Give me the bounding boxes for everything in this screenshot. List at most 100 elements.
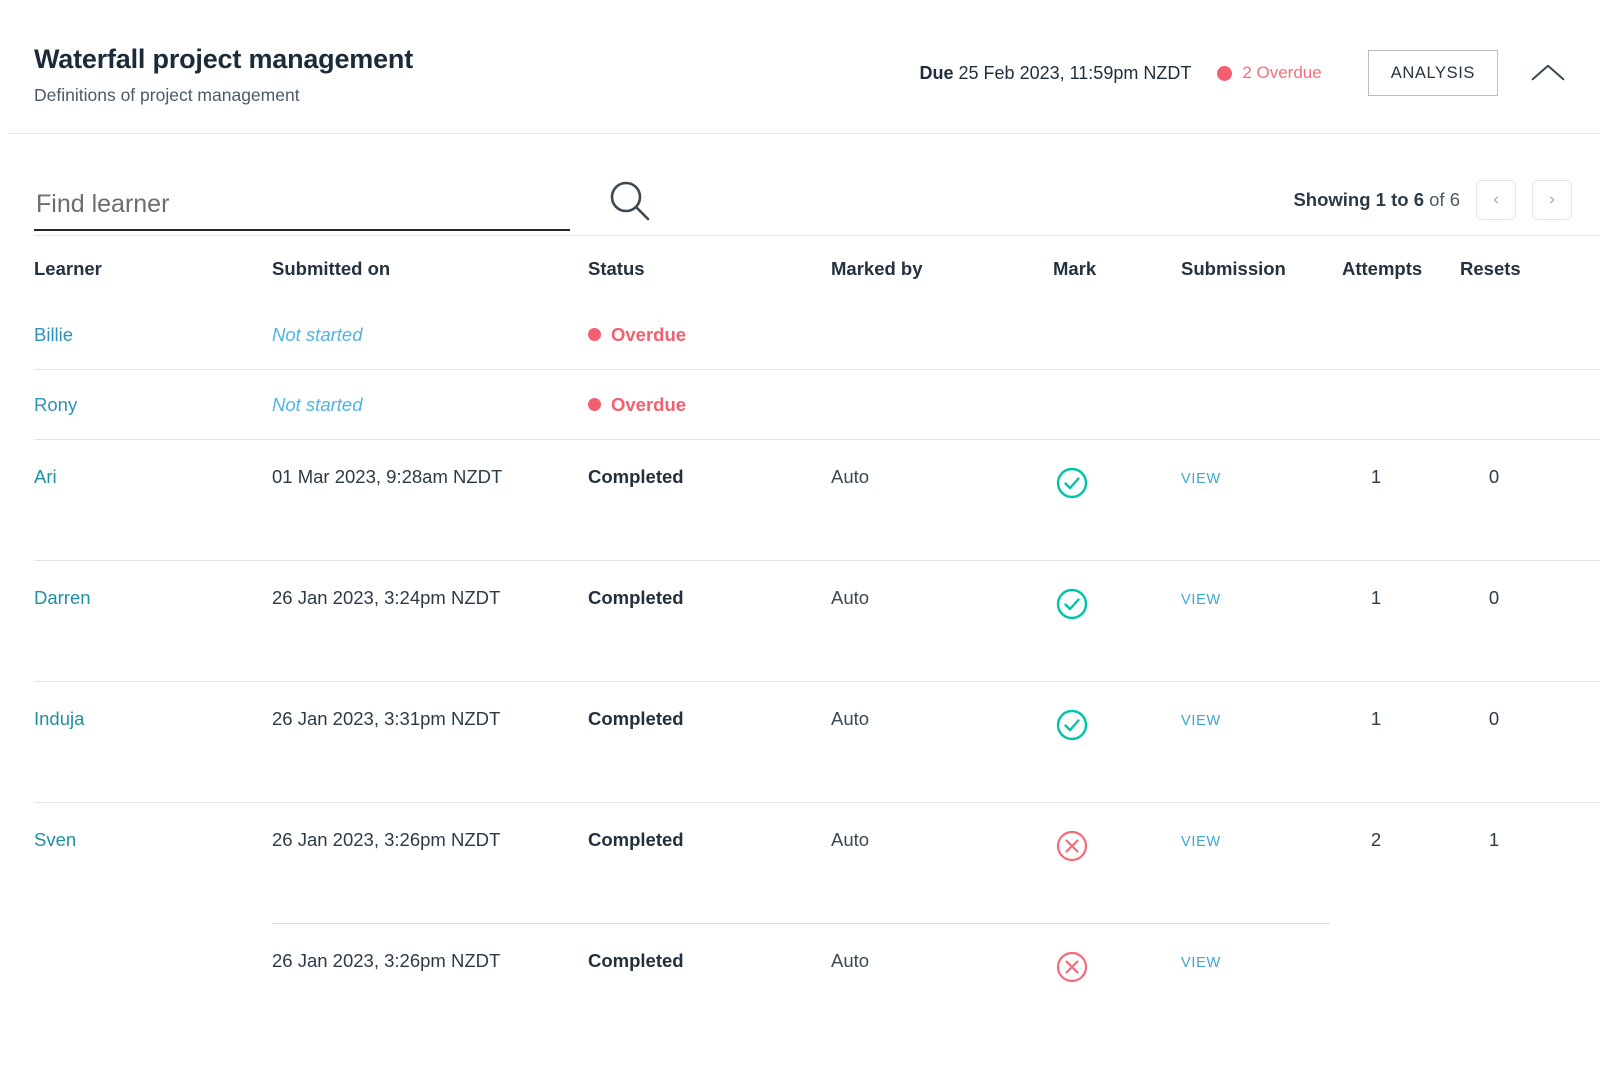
status-label: Completed bbox=[588, 829, 684, 850]
cell-learner[interactable]: Induja bbox=[34, 708, 272, 730]
view-submission-link[interactable]: VIEW bbox=[1181, 834, 1221, 850]
assignment-learner-results-page: Waterfall project management Definitions… bbox=[0, 0, 1600, 1067]
cell-attempts: 1 bbox=[1342, 466, 1460, 488]
learners-table: Learner Submitted on Status Marked by Ma… bbox=[0, 235, 1600, 1020]
cell-resets: 0 bbox=[1460, 708, 1560, 730]
fail-cross-icon bbox=[1056, 951, 1088, 983]
status-label: Overdue bbox=[611, 323, 687, 345]
cell-learner[interactable]: Rony bbox=[34, 394, 272, 416]
fail-cross-icon bbox=[1056, 830, 1088, 862]
overdue-badge-label: 2 Overdue bbox=[1242, 63, 1322, 82]
cell-status: Completed bbox=[588, 708, 831, 730]
marked-by-value: Auto bbox=[831, 587, 870, 608]
column-header-attempts: Attempts bbox=[1342, 258, 1423, 279]
marked-by-value: Auto bbox=[831, 829, 870, 850]
cell-status: Completed bbox=[588, 829, 831, 851]
table-row[interactable]: Rony Not started Overdue bbox=[0, 370, 1600, 439]
due-label: Due bbox=[919, 62, 954, 83]
view-submission-link[interactable]: VIEW bbox=[1181, 713, 1221, 729]
overdue-badge: 2 Overdue bbox=[1217, 63, 1322, 83]
table-row[interactable]: Billie Not started Overdue bbox=[0, 300, 1600, 369]
cell-marked-by: Auto bbox=[831, 708, 1053, 730]
status-label: Completed bbox=[588, 708, 684, 729]
marked-by-value: Auto bbox=[831, 950, 870, 971]
due-value: 25 Feb 2023, 11:59pm NZDT bbox=[958, 62, 1192, 83]
status-badge: Overdue bbox=[588, 394, 831, 416]
cell-status: Overdue bbox=[588, 324, 831, 346]
cell-mark bbox=[1053, 950, 1181, 984]
cell-marked-by: Auto bbox=[831, 466, 1053, 488]
pagination-summary: Showing 1 to 6 of 6 bbox=[1293, 189, 1460, 211]
attempts-value: 1 bbox=[1370, 708, 1382, 729]
cell-learner[interactable]: Darren bbox=[34, 587, 272, 609]
cell-submission[interactable]: VIEW bbox=[1181, 587, 1342, 609]
learner-link[interactable]: Sven bbox=[34, 829, 76, 850]
learner-link[interactable]: Rony bbox=[34, 394, 77, 415]
cell-attempts: 1 bbox=[1342, 587, 1460, 609]
cell-status: Completed bbox=[588, 466, 831, 488]
column-header-submitted-on: Submitted on bbox=[272, 258, 391, 279]
attempts-value: 1 bbox=[1370, 587, 1382, 608]
search-icon bbox=[610, 181, 650, 221]
cell-submitted-on: 26 Jan 2023, 3:26pm NZDT bbox=[272, 950, 501, 971]
cell-marked-by: Auto bbox=[831, 587, 1053, 609]
column-header-learner: Learner bbox=[34, 258, 102, 279]
cell-submission[interactable]: VIEW bbox=[1181, 950, 1342, 972]
view-submission-link[interactable]: VIEW bbox=[1181, 955, 1221, 971]
cell-submitted-on: 26 Jan 2023, 3:26pm NZDT bbox=[272, 829, 501, 850]
search-input[interactable] bbox=[34, 190, 570, 231]
overdue-dot-icon bbox=[588, 328, 601, 341]
table-row[interactable]: Sven 26 Jan 2023, 3:26pm NZDT Completed … bbox=[0, 803, 1600, 923]
status-label: Completed bbox=[588, 466, 684, 487]
table-row[interactable]: Darren 26 Jan 2023, 3:24pm NZDT Complete… bbox=[0, 561, 1600, 681]
page-title: Waterfall project management bbox=[34, 44, 413, 74]
column-header-marked-by: Marked by bbox=[831, 258, 923, 279]
search-area bbox=[34, 177, 654, 231]
resets-value: 0 bbox=[1488, 708, 1500, 729]
cell-resets: 0 bbox=[1460, 587, 1560, 609]
cell-resets: 0 bbox=[1460, 466, 1560, 488]
attempts-value: 2 bbox=[1370, 829, 1382, 850]
cell-submission[interactable]: VIEW bbox=[1181, 466, 1342, 488]
cell-attempts: 2 bbox=[1342, 829, 1460, 851]
page-subtitle: Definitions of project management bbox=[34, 85, 300, 106]
next-page-button[interactable]: › bbox=[1532, 180, 1572, 220]
not-started-text: Not started bbox=[272, 323, 363, 345]
attempts-value: 1 bbox=[1370, 466, 1382, 487]
column-header-resets: Resets bbox=[1460, 258, 1521, 279]
chevron-up-icon bbox=[1531, 64, 1565, 81]
previous-page-button[interactable]: ‹ bbox=[1476, 180, 1516, 220]
learner-link[interactable]: Billie bbox=[34, 324, 73, 345]
cell-learner[interactable]: Ari bbox=[34, 466, 272, 488]
cell-mark bbox=[1053, 466, 1181, 500]
learner-link[interactable]: Ari bbox=[34, 466, 57, 487]
cell-learner[interactable]: Billie bbox=[34, 324, 272, 346]
table-toolbar: Showing 1 to 6 of 6 ‹ › bbox=[0, 133, 1600, 235]
table-header-row: Learner Submitted on Status Marked by Ma… bbox=[0, 236, 1600, 300]
table-row[interactable]: Ari 01 Mar 2023, 9:28am NZDT Completed A… bbox=[0, 440, 1600, 560]
learner-link[interactable]: Darren bbox=[34, 587, 91, 608]
header-actions: Due 25 Feb 2023, 11:59pm NZDT 2 Overdue … bbox=[920, 44, 1573, 96]
overdue-dot-icon bbox=[588, 398, 601, 411]
analysis-button[interactable]: ANALYSIS bbox=[1367, 50, 1498, 96]
view-submission-link[interactable]: VIEW bbox=[1181, 592, 1221, 608]
collapse-section-button[interactable] bbox=[1524, 50, 1572, 96]
showing-prefix: Showing bbox=[1293, 189, 1371, 210]
due-date: Due 25 Feb 2023, 11:59pm NZDT bbox=[920, 63, 1192, 84]
pass-check-icon bbox=[1056, 467, 1088, 499]
cell-status: Completed bbox=[588, 587, 831, 609]
view-submission-link[interactable]: VIEW bbox=[1181, 471, 1221, 487]
status-label: Completed bbox=[588, 587, 684, 608]
cell-submission[interactable]: VIEW bbox=[1181, 829, 1342, 851]
resets-value: 0 bbox=[1488, 466, 1500, 487]
search-button[interactable] bbox=[606, 177, 654, 231]
cell-learner[interactable]: Sven bbox=[34, 829, 272, 851]
table-row[interactable]: 26 Jan 2023, 3:26pm NZDT Completed Auto … bbox=[0, 924, 1600, 1020]
pass-check-icon bbox=[1056, 588, 1088, 620]
cell-submission[interactable]: VIEW bbox=[1181, 708, 1342, 730]
table-row[interactable]: Induja 26 Jan 2023, 3:31pm NZDT Complete… bbox=[0, 682, 1600, 802]
cell-submitted-on: 01 Mar 2023, 9:28am NZDT bbox=[272, 466, 503, 487]
status-badge: Overdue bbox=[588, 324, 831, 346]
page-header: Waterfall project management Definitions… bbox=[0, 0, 1600, 134]
learner-link[interactable]: Induja bbox=[34, 708, 84, 729]
